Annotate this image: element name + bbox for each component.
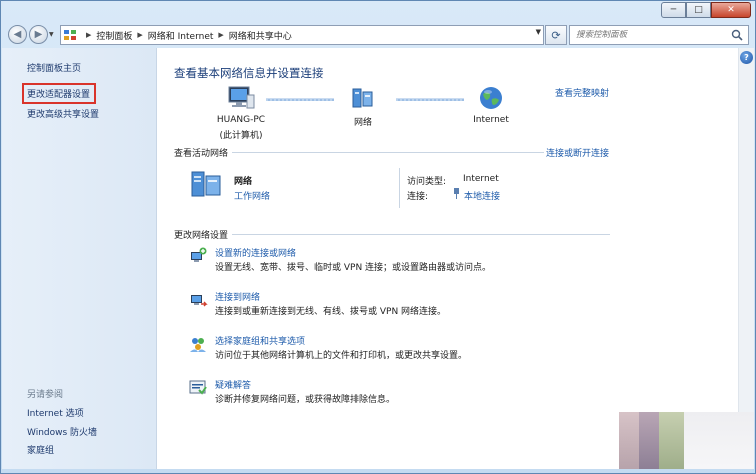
search-icon[interactable] — [731, 29, 743, 41]
help-icon[interactable]: ? — [740, 51, 753, 64]
refresh-button[interactable]: ⟳ — [545, 25, 567, 45]
map-node-computer: HUANG-PC (此计算机) — [211, 85, 271, 141]
local-connection-link[interactable]: 本地连接 — [464, 189, 500, 202]
search-input[interactable] — [570, 30, 720, 40]
globe-icon — [480, 87, 502, 109]
back-button[interactable]: ◀ — [8, 25, 27, 44]
breadcrumb-control-panel[interactable]: 控制面板 — [96, 29, 132, 42]
view-full-map-link[interactable]: 查看完整映射 — [555, 86, 609, 99]
access-type-value: Internet — [463, 174, 499, 184]
see-also-heading: 另请参阅 — [27, 390, 64, 400]
chevron-right-icon[interactable]: ▶ — [218, 31, 223, 39]
homegroup-icon — [190, 338, 206, 352]
access-type-label: 访问类型: — [407, 177, 447, 187]
chevron-right-icon[interactable]: ▶ — [137, 31, 142, 39]
computer-icon — [228, 86, 255, 109]
network-label: 网络 — [353, 118, 372, 128]
task-troubleshoot-desc: 诊断并修复网络问题，或获得故障排除信息。 — [215, 395, 396, 405]
main-panel: 查看基本网络信息并设置连接 查看完整映射 HUANG-PC (此计算机) 网络 … — [158, 48, 738, 469]
task-setup-connection-desc: 设置无线、宽带、拨号、临时或 VPN 连接；或设置路由器或访问点。 — [215, 263, 492, 273]
vertical-divider — [399, 168, 400, 208]
connect-network-icon — [191, 295, 208, 307]
section-divider — [232, 234, 610, 235]
sidebar-item-control-panel-home[interactable]: 控制面板主页 — [27, 61, 81, 74]
window: ─ □ ✕ ◀ ▶ ▼ ▶ 控制面板 ▶ 网络和 Internet ▶ 网络和共… — [0, 0, 756, 474]
forward-button[interactable]: ▶ — [29, 25, 48, 44]
map-connector-line — [396, 98, 464, 101]
active-network-name: 网络 — [234, 177, 253, 187]
active-networks-heading: 查看活动网络 — [174, 149, 229, 159]
page-title: 查看基本网络信息并设置连接 — [174, 66, 324, 80]
breadcrumb-network-sharing-center[interactable]: 网络和共享中心 — [229, 29, 292, 42]
task-troubleshoot-link[interactable]: 疑难解答 — [215, 378, 251, 391]
task-connect-network-link[interactable]: 连接到网络 — [215, 290, 260, 303]
see-also-homegroup[interactable]: 家庭组 — [27, 443, 54, 456]
section-divider — [232, 152, 544, 153]
chevron-right-icon: ▶ — [86, 31, 92, 39]
address-bar[interactable]: ▶ 控制面板 ▶ 网络和 Internet ▶ 网络和共享中心 ▼ — [60, 25, 544, 45]
forward-arrow-icon: ▶ — [34, 29, 43, 40]
task-homegroup-link[interactable]: 选择家庭组和共享选项 — [215, 334, 305, 347]
see-also-windows-firewall[interactable]: Windows 防火墙 — [27, 425, 97, 438]
internet-label: Internet — [473, 115, 509, 125]
breadcrumb: ▶ 控制面板 ▶ 网络和 Internet ▶ 网络和共享中心 — [81, 29, 292, 42]
search-box — [569, 25, 749, 45]
history-dropdown-button[interactable]: ▼ — [49, 31, 54, 38]
change-settings-heading: 更改网络设置 — [174, 231, 229, 241]
minimize-button[interactable]: ─ — [661, 2, 686, 18]
title-bar: ─ □ ✕ — [1, 1, 755, 21]
troubleshoot-icon — [189, 380, 207, 395]
task-homegroup-desc: 访问位于其他网络计算机上的文件和打印机，或更改共享设置。 — [215, 351, 468, 361]
breadcrumb-network-internet[interactable]: 网络和 Internet — [148, 29, 214, 42]
map-node-internet[interactable]: Internet — [468, 85, 514, 125]
sidebar: 控制面板主页 更改适配器设置 更改高级共享设置 另请参阅 Internet 选项… — [2, 48, 157, 469]
sidebar-item-change-adapter-settings[interactable]: 更改适配器设置 — [22, 83, 97, 104]
computer-subtitle: (此计算机) — [219, 131, 263, 141]
sidebar-item-advanced-sharing[interactable]: 更改高级共享设置 — [27, 107, 99, 120]
network-type-link[interactable]: 工作网络 — [234, 189, 270, 202]
connect-disconnect-link[interactable]: 连接或断开连接 — [546, 146, 609, 159]
navigation-bar: ◀ ▶ ▼ ▶ 控制面板 ▶ 网络和 Internet ▶ 网络和共享中心 ▼ … — [1, 22, 755, 48]
computer-name: HUANG-PC — [216, 115, 266, 125]
back-arrow-icon: ◀ — [13, 29, 22, 40]
map-connector-line — [266, 98, 334, 101]
ethernet-icon — [453, 188, 460, 202]
network-icon — [191, 171, 221, 197]
network-icon — [352, 88, 373, 108]
content-area: 控制面板主页 更改适配器设置 更改高级共享设置 另请参阅 Internet 选项… — [2, 48, 754, 469]
control-panel-icon — [63, 29, 77, 42]
task-setup-connection-link[interactable]: 设置新的连接或网络 — [215, 246, 296, 259]
network-setup-icon — [191, 247, 207, 262]
vertical-scrollbar[interactable]: ? — [738, 48, 754, 469]
refresh-icon: ⟳ — [551, 28, 561, 42]
map-node-network[interactable]: 网络 — [341, 85, 385, 128]
close-button[interactable]: ✕ — [711, 2, 751, 18]
maximize-button[interactable]: □ — [686, 2, 711, 18]
address-dropdown-icon[interactable]: ▼ — [536, 28, 541, 36]
task-connect-network-desc: 连接到或重新连接到无线、有线、拨号或 VPN 网络连接。 — [215, 307, 447, 317]
window-controls: ─ □ ✕ — [661, 2, 751, 18]
connections-label: 连接: — [407, 192, 429, 202]
see-also-internet-options[interactable]: Internet 选项 — [27, 406, 84, 419]
corner-watermark-overlay — [619, 412, 754, 469]
